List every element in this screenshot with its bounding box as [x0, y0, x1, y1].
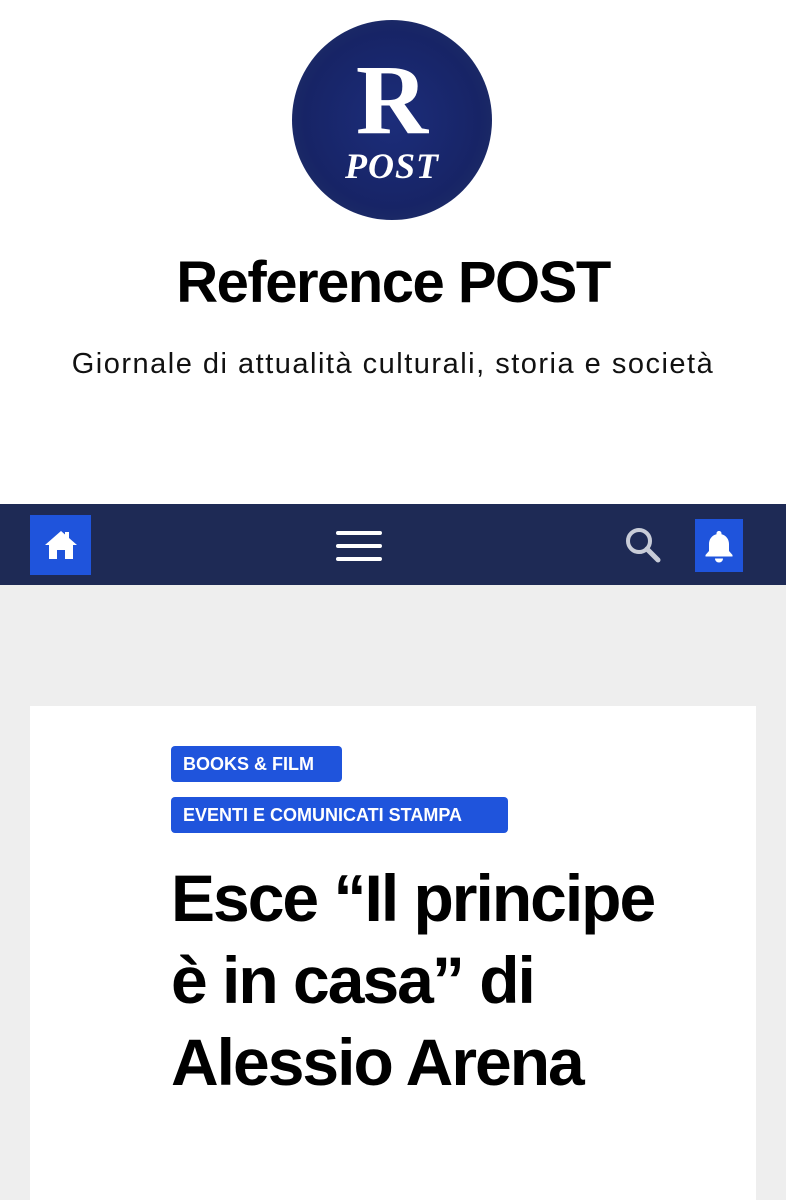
- site-title[interactable]: Reference POST: [0, 248, 786, 318]
- hamburger-menu-icon: [336, 531, 382, 535]
- logo-letter: R: [355, 44, 429, 155]
- category-badge-eventi-comunicati[interactable]: EVENTI E COMUNICATI STAMPA: [171, 797, 508, 833]
- search-button[interactable]: [622, 524, 664, 566]
- site-header: R POST Reference POST Giornale di attual…: [0, 0, 786, 504]
- logo-word: POST: [345, 146, 439, 186]
- home-icon: [44, 531, 77, 559]
- notification-button[interactable]: [695, 519, 743, 572]
- article-title[interactable]: Esce “Il principe è in casa” di Alessio …: [171, 857, 691, 1103]
- site-description: Giornale di attualità culturali, storia …: [71, 348, 715, 380]
- category-badge-books-film[interactable]: BOOKS & FILM: [171, 746, 342, 782]
- search-icon: [626, 528, 661, 563]
- bell-icon: [705, 530, 733, 562]
- main-navbar: [0, 504, 786, 585]
- site-logo[interactable]: R POST: [292, 20, 492, 220]
- menu-toggle-button[interactable]: [334, 526, 384, 566]
- home-button[interactable]: [30, 515, 91, 575]
